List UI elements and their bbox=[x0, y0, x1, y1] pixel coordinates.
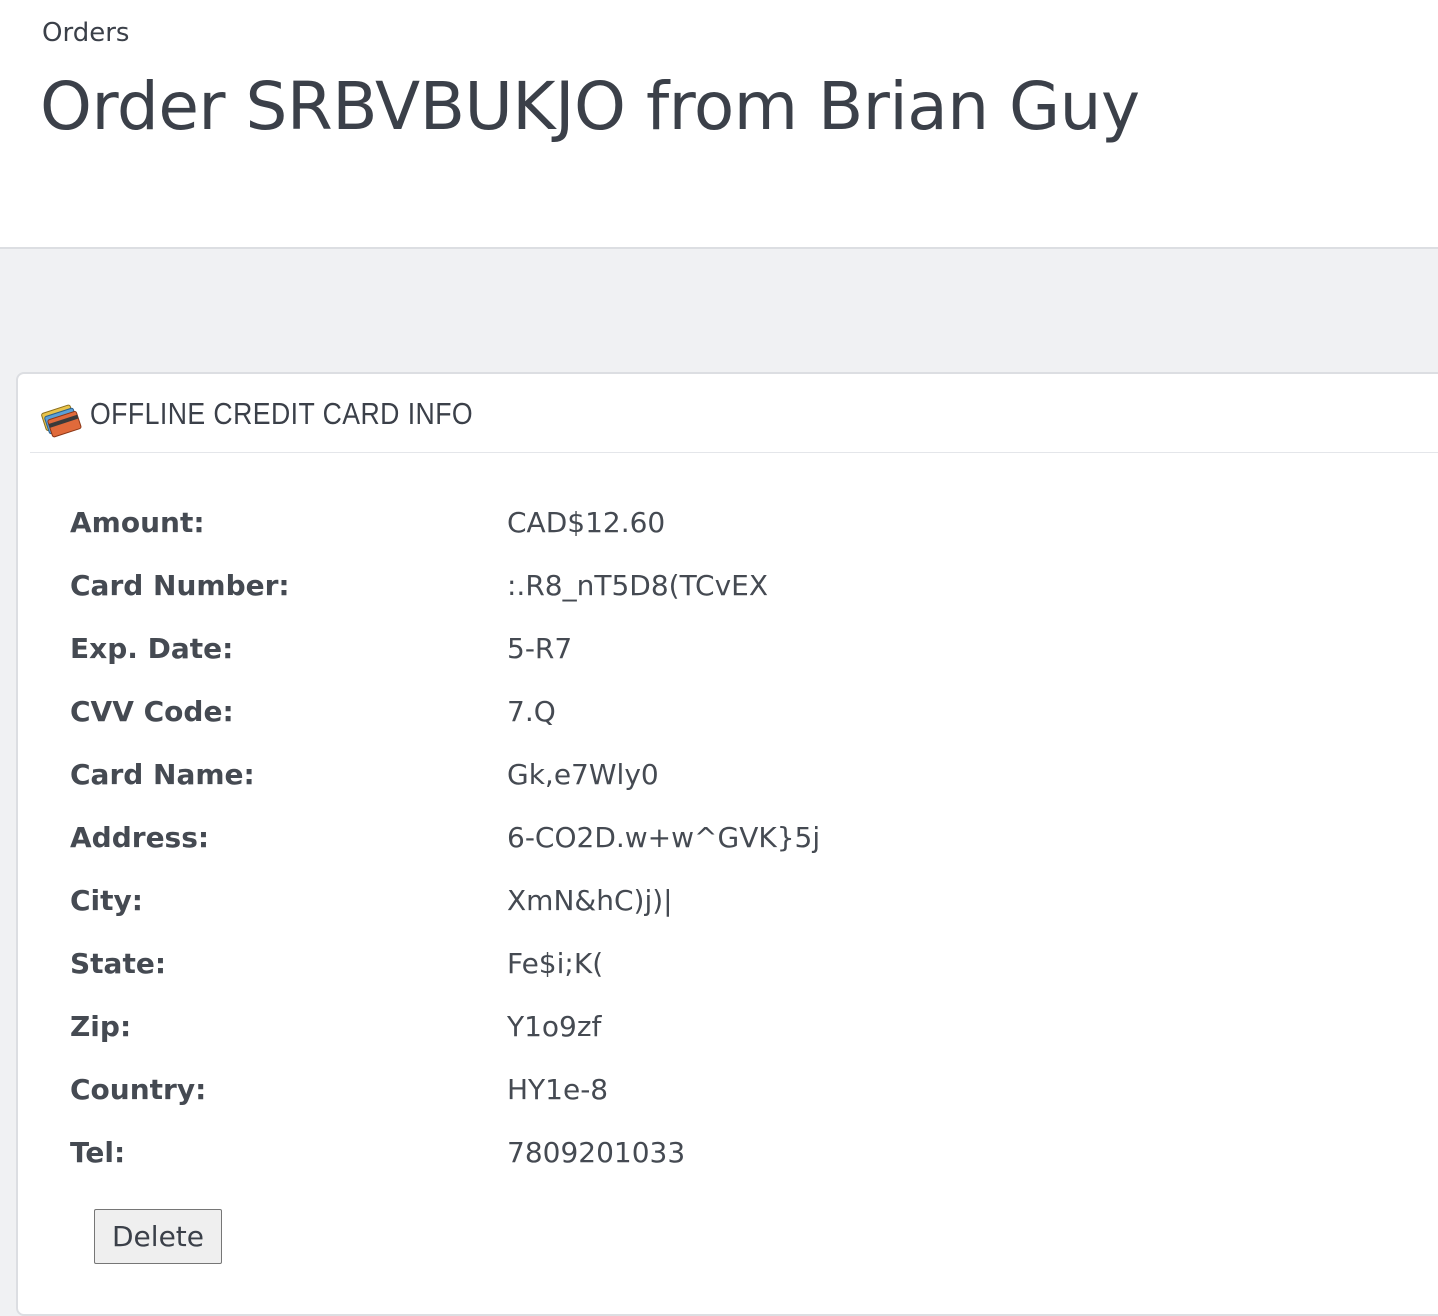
country-value: HY1e-8 bbox=[507, 1073, 609, 1106]
credit-cards-icon bbox=[41, 404, 82, 438]
cvv-code-label: CVV Code: bbox=[70, 695, 234, 728]
panel-header: OFFLINE CREDIT CARD INFO bbox=[30, 374, 1438, 453]
amount-label: Amount: bbox=[70, 506, 205, 539]
zip-value: Y1o9zf bbox=[507, 1010, 602, 1043]
city-value: XmN&hC)j)| bbox=[507, 884, 673, 917]
page-title: Order SRBVBUKJO from Brian Guy bbox=[40, 68, 1140, 145]
exp-date-value: 5-R7 bbox=[507, 632, 573, 665]
tel-label: Tel: bbox=[70, 1136, 126, 1169]
card-name-value: Gk,e7Wly0 bbox=[507, 758, 659, 791]
address-label: Address: bbox=[70, 821, 210, 854]
exp-date-label: Exp. Date: bbox=[70, 632, 234, 665]
delete-button[interactable]: Delete bbox=[94, 1209, 222, 1264]
panel-title: OFFLINE CREDIT CARD INFO bbox=[90, 396, 474, 431]
amount-value: CAD$12.60 bbox=[507, 506, 666, 539]
breadcrumb-orders[interactable]: Orders bbox=[42, 18, 129, 48]
card-number-label: Card Number: bbox=[70, 569, 290, 602]
page-header: Orders Order SRBVBUKJO from Brian Guy bbox=[0, 0, 1438, 249]
state-label: State: bbox=[70, 947, 167, 980]
card-name-label: Card Name: bbox=[70, 758, 255, 791]
country-label: Country: bbox=[70, 1073, 207, 1106]
tel-value: 7809201033 bbox=[507, 1136, 686, 1169]
address-value: 6-CO2D.w+w^GVK}5j bbox=[507, 821, 821, 854]
zip-label: Zip: bbox=[70, 1010, 132, 1043]
offline-credit-card-panel: OFFLINE CREDIT CARD INFO Amount: CAD$12.… bbox=[16, 372, 1438, 1316]
card-number-value: :.R8_nT5D8(TCvEX bbox=[507, 569, 769, 602]
city-label: City: bbox=[70, 884, 143, 917]
state-value: Fe$i;K( bbox=[507, 947, 604, 980]
cvv-code-value: 7.Q bbox=[507, 695, 556, 728]
